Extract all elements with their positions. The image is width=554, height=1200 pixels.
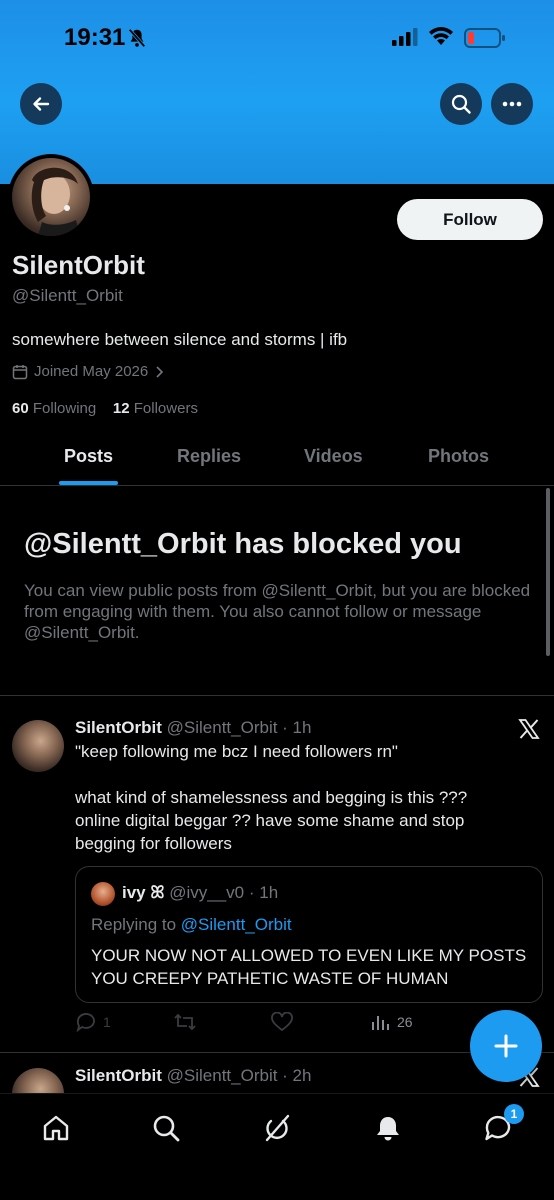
reply-count: 1 — [103, 1014, 111, 1030]
joined-date[interactable]: Joined May 2026 — [12, 363, 164, 380]
nav-home[interactable] — [40, 1112, 72, 1144]
avatar-image — [12, 158, 90, 236]
home-icon — [43, 1115, 69, 1141]
bell-off-icon — [128, 28, 146, 48]
tab-photos[interactable]: Photos — [428, 446, 489, 467]
display-name: SilentOrbit — [12, 250, 145, 280]
nav-grok[interactable] — [261, 1112, 293, 1144]
grok-icon — [265, 1114, 290, 1142]
tab-posts[interactable]: Posts — [64, 446, 113, 467]
wifi-icon — [429, 27, 453, 45]
search-icon — [451, 94, 471, 114]
profile-tabs: Posts Replies Videos Photos — [0, 436, 554, 486]
heart-icon — [271, 1012, 293, 1032]
x-logo-icon — [518, 719, 540, 739]
home-indicator — [205, 1183, 349, 1188]
joined-label: Joined May 2026 — [34, 363, 149, 380]
plus-icon — [494, 1034, 518, 1058]
avatar-portrait — [31, 167, 80, 236]
more-horizontal-icon — [502, 101, 522, 107]
messages-badge: 1 — [504, 1104, 524, 1124]
quote-meta: @ivy__v0 · 1h — [169, 883, 279, 902]
post-avatar[interactable] — [12, 720, 64, 772]
more-button[interactable] — [491, 83, 533, 125]
blocked-title: @Silentt_Orbit has blocked you — [24, 528, 462, 560]
status-time: 19:31 — [64, 24, 126, 51]
follow-button[interactable]: Follow — [397, 199, 543, 240]
calendar-icon — [12, 364, 28, 379]
views-icon — [372, 1016, 389, 1030]
quote-text: YOUR NOW NOT ALLOWED TO EVEN LIKE MY POS… — [91, 946, 527, 988]
quote-mention[interactable]: @Silentt_Orbit — [181, 915, 292, 934]
back-button[interactable] — [20, 83, 62, 125]
reply-action[interactable]: 1 — [75, 1012, 111, 1032]
post-header: SilentOrbit @Silentt_Orbit · 1h — [75, 718, 311, 738]
arrow-left-icon — [33, 97, 50, 111]
quoted-post[interactable]: ivy ꕤ @ivy__v0 · 1h Replying to @Silentt… — [75, 866, 543, 1003]
chevron-right-icon — [156, 365, 164, 378]
views-action[interactable]: 26 — [371, 1012, 413, 1032]
post-author[interactable]: SilentOrbit — [75, 718, 162, 737]
quote-replying-to: Replying to @Silentt_Orbit — [91, 915, 292, 934]
repost-action[interactable] — [173, 1012, 197, 1032]
quote-header: ivy ꕤ @ivy__v0 · 1h — [122, 883, 278, 903]
search-button[interactable] — [440, 83, 482, 125]
status-bar: 19:31 — [0, 0, 554, 72]
post-author[interactable]: SilentOrbit — [75, 1066, 162, 1085]
scrollbar[interactable] — [546, 488, 550, 656]
nav-search[interactable] — [150, 1112, 182, 1144]
nav-notifications[interactable] — [372, 1112, 404, 1144]
compose-button[interactable] — [470, 1010, 542, 1082]
active-tab-indicator — [59, 481, 118, 485]
tab-videos[interactable]: Videos — [304, 446, 363, 467]
tab-replies[interactable]: Replies — [177, 446, 241, 467]
post-meta: @Silentt_Orbit · 2h — [166, 1066, 312, 1085]
post-text-line2: what kind of shamelessness and begging i… — [75, 788, 468, 853]
quote-avatar — [91, 882, 115, 906]
following-link[interactable]: 60 Following — [12, 400, 96, 417]
signal-icon — [392, 28, 418, 46]
repost-icon — [174, 1013, 196, 1031]
search-icon — [153, 1115, 180, 1142]
post-header: SilentOrbit @Silentt_Orbit · 2h — [75, 1066, 311, 1086]
battery-low-icon — [464, 28, 505, 48]
section-divider — [0, 695, 554, 696]
blocked-text: You can view public posts from @Silentt_… — [24, 581, 531, 642]
profile-bio: somewhere between silence and storms | i… — [12, 330, 348, 349]
post-actions: 1 26 — [75, 1012, 515, 1038]
follow-counts: 60 Following 12 Followers — [12, 400, 198, 417]
followers-link[interactable]: 12 Followers — [113, 400, 198, 417]
post-text: "keep following me bcz I need followers … — [75, 740, 515, 855]
like-action[interactable] — [271, 1012, 293, 1032]
post-text-line1: "keep following me bcz I need followers … — [75, 742, 398, 761]
quote-author: ivy ꕤ — [122, 883, 165, 902]
profile-avatar[interactable] — [8, 154, 94, 240]
profile-handle: @Silentt_Orbit — [12, 286, 123, 305]
views-count: 26 — [397, 1014, 413, 1030]
bell-icon — [377, 1117, 399, 1141]
post-meta: @Silentt_Orbit · 1h — [166, 718, 312, 737]
reply-icon — [76, 1013, 95, 1032]
